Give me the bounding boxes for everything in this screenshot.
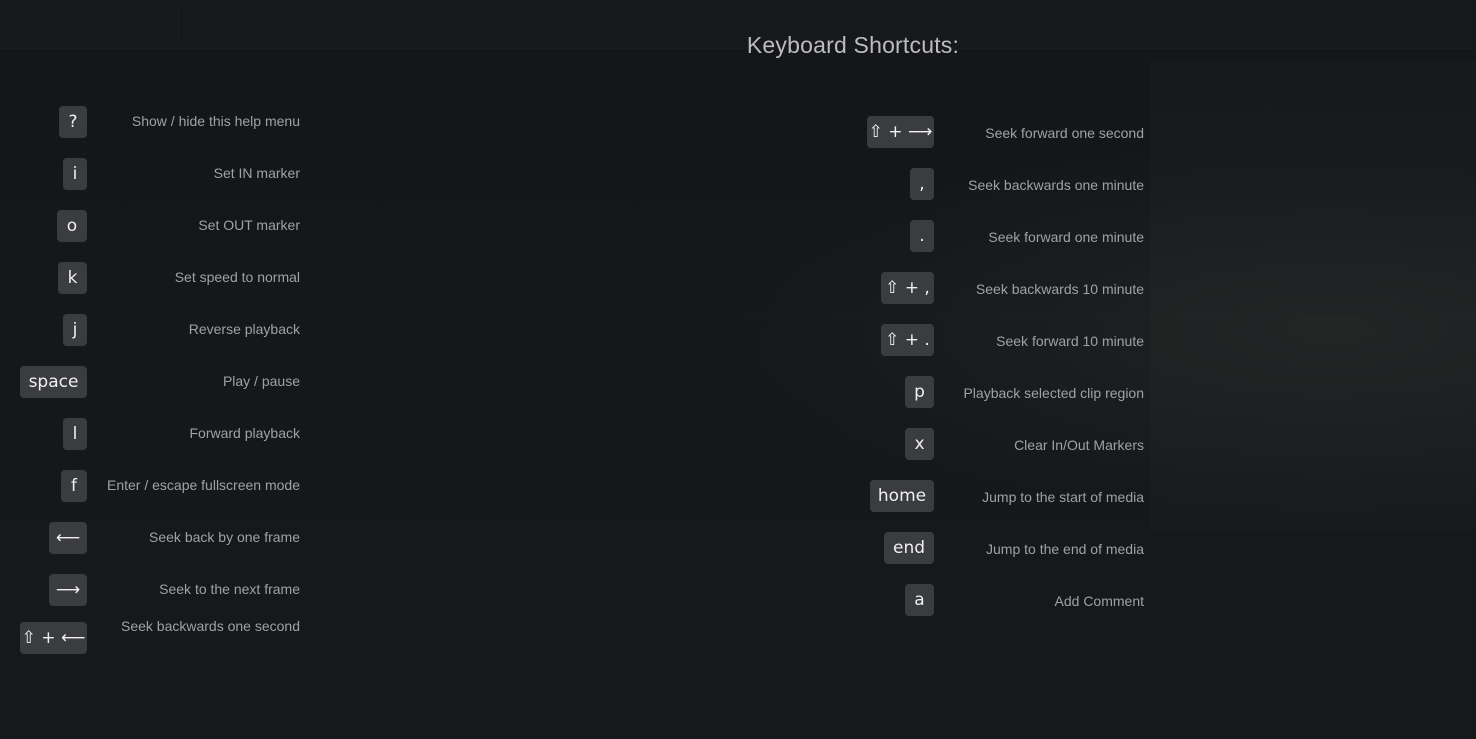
shortcut-key: f <box>61 470 87 502</box>
shortcut-key: ⟵ <box>49 522 87 554</box>
shortcut-row-reverse: j Reverse playback <box>20 314 300 346</box>
background-video-frame <box>1150 60 1476 530</box>
shortcut-row-forward-10-minute: ⇧ + . Seek forward 10 minute <box>864 324 1147 356</box>
shortcut-key: j <box>63 314 87 346</box>
shortcut-description: Enter / escape fullscreen mode <box>107 477 300 493</box>
shortcut-row-play-region: p Playback selected clip region <box>864 376 1147 408</box>
shortcut-row-next-frame: ⟶ Seek to the next frame <box>20 574 300 606</box>
shortcut-description: Play / pause <box>222 373 300 389</box>
shortcut-description: Seek forward one second <box>985 125 1144 141</box>
shortcut-row-jump-start: home Jump to the start of media <box>864 480 1147 512</box>
shortcut-row-play-pause: space Play / pause <box>20 366 300 398</box>
shortcut-key: , <box>910 168 934 200</box>
shortcut-key: ? <box>59 106 87 138</box>
shortcut-row-clear-markers: x Clear In/Out Markers <box>864 428 1147 460</box>
shortcut-key: ⇧ + . <box>881 324 934 356</box>
shortcut-description: Seek backwards 10 minute <box>975 281 1144 297</box>
shortcut-row-out-marker: o Set OUT marker <box>20 210 300 242</box>
shortcut-row-back-second: ⇧ + ⟵ Seek backwards one second <box>20 618 300 654</box>
shortcut-key: ⇧ + ⟵ <box>20 622 87 654</box>
shortcut-row-add-comment: a Add Comment <box>864 584 1147 616</box>
shortcut-description: Clear In/Out Markers <box>1014 437 1144 453</box>
shortcut-description: Jump to the end of media <box>986 541 1144 557</box>
shortcut-row-forward-second: ⇧ + ⟶ Seek forward one second <box>864 116 1147 148</box>
shortcut-row-jump-end: end Jump to the end of media <box>864 532 1147 564</box>
shortcut-key: x <box>905 428 934 460</box>
shortcut-description: Seek to the next frame <box>159 581 300 597</box>
shortcut-key: l <box>63 418 87 450</box>
shortcut-row-help: ? Show / hide this help menu <box>20 106 300 138</box>
shortcut-description: Seek back by one frame <box>149 529 300 545</box>
shortcut-key: p <box>905 376 934 408</box>
shortcut-description: Seek backwards one second <box>121 618 300 634</box>
shortcuts-title: Keyboard Shortcuts: <box>746 32 960 58</box>
shortcut-key: ⟶ <box>49 574 87 606</box>
shortcut-key: home <box>870 480 934 512</box>
shortcut-key: i <box>63 158 87 190</box>
shortcut-row-normal-speed: k Set speed to normal <box>20 262 300 294</box>
shortcut-row-forward: l Forward playback <box>20 418 300 450</box>
shortcut-description: Show / hide this help menu <box>131 113 300 129</box>
shortcut-key: o <box>57 210 87 242</box>
shortcut-key: ⇧ + , <box>881 272 934 304</box>
shortcut-key: a <box>905 584 934 616</box>
shortcut-description: Set IN marker <box>213 165 300 181</box>
shortcut-row-forward-minute: . Seek forward one minute <box>864 220 1147 252</box>
shortcut-description: Forward playback <box>189 425 301 441</box>
shortcut-description: Reverse playback <box>188 321 300 337</box>
shortcut-description: Playback selected clip region <box>963 385 1144 401</box>
shortcut-description: Seek backwards one minute <box>968 177 1144 193</box>
shortcut-description: Set speed to normal <box>174 269 300 285</box>
shortcut-row-back-minute: , Seek backwards one minute <box>864 168 1147 200</box>
shortcut-row-back-10-minute: ⇧ + , Seek backwards 10 minute <box>864 272 1147 304</box>
shortcut-description: Add Comment <box>1054 593 1144 609</box>
shortcut-row-fullscreen: f Enter / escape fullscreen mode <box>20 470 300 502</box>
shortcut-key: . <box>910 220 934 252</box>
shortcut-key: end <box>884 532 934 564</box>
shortcut-description: Seek forward one minute <box>988 229 1144 245</box>
shortcut-key: ⇧ + ⟶ <box>867 116 934 148</box>
shortcut-description: Jump to the start of media <box>982 489 1144 505</box>
shortcut-key: space <box>20 366 87 398</box>
shortcut-description: Seek forward 10 minute <box>996 333 1144 349</box>
shortcut-row-prev-frame: ⟵ Seek back by one frame <box>20 522 300 554</box>
shortcut-description: Set OUT marker <box>198 217 300 233</box>
shortcut-row-in-marker: i Set IN marker <box>20 158 300 190</box>
shortcut-key: k <box>58 262 87 294</box>
